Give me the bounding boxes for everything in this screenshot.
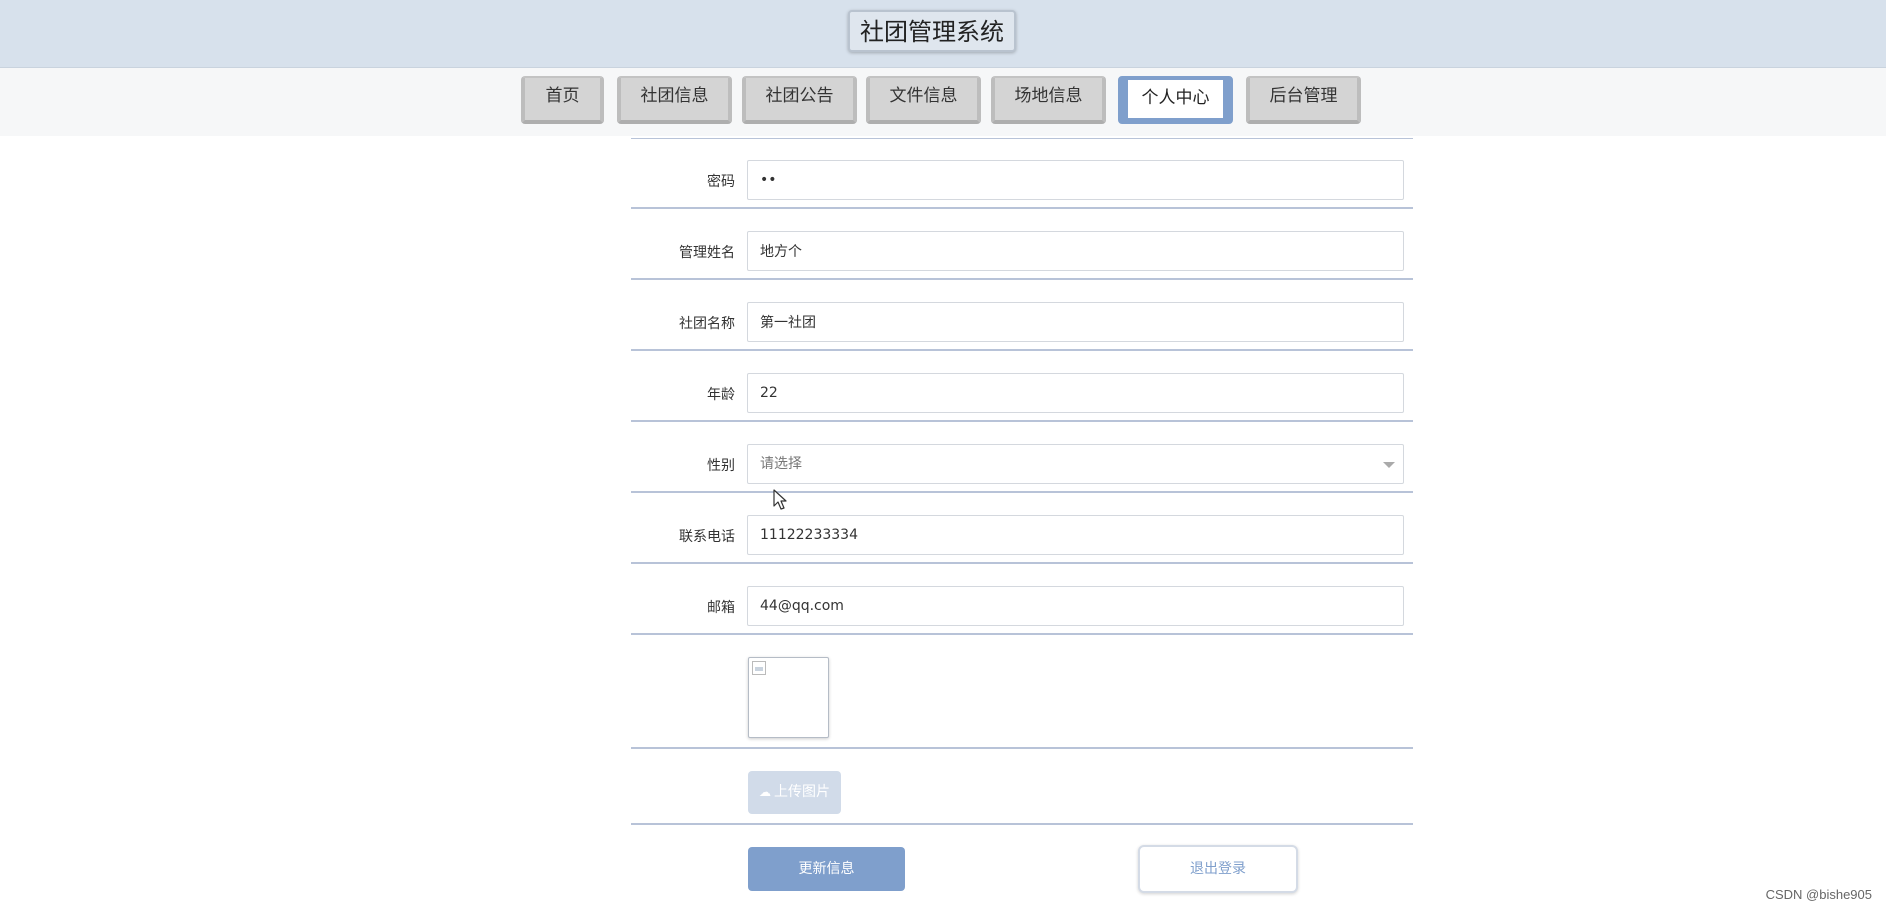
chevron-down-icon (1383, 462, 1395, 468)
nav-bar: 首页 社团信息 社团公告 文件信息 场地信息 个人中心 后台管理 (0, 68, 1886, 136)
gender-select[interactable]: 请选择 (747, 444, 1404, 484)
name-row: 管理姓名 (631, 209, 1413, 280)
email-label: 邮箱 (707, 600, 735, 616)
gender-select-value: 请选择 (760, 456, 802, 472)
club-name-row: 社团名称 (631, 280, 1413, 351)
nav-personal-center[interactable]: 个人中心 (1118, 76, 1233, 124)
upload-row: ☁ 上传图片 (631, 749, 1413, 825)
email-field[interactable] (747, 586, 1404, 626)
header-bar: 社团管理系统 (0, 0, 1886, 68)
nav-home[interactable]: 首页 (521, 76, 604, 124)
gender-label: 性别 (707, 458, 735, 474)
logout-button[interactable]: 退出登录 (1138, 845, 1298, 893)
nav-admin[interactable]: 后台管理 (1246, 76, 1361, 124)
name-field[interactable] (747, 231, 1404, 271)
club-name-field[interactable] (747, 302, 1404, 342)
age-label: 年龄 (707, 387, 735, 403)
phone-row: 联系电话 (631, 493, 1413, 564)
gender-row: 性别 请选择 (631, 422, 1413, 493)
password-field[interactable] (747, 160, 1404, 200)
email-row: 邮箱 (631, 564, 1413, 635)
password-row: 密码 (631, 138, 1413, 209)
age-row: 年龄 (631, 351, 1413, 422)
nav-club-notice[interactable]: 社团公告 (742, 76, 857, 124)
update-info-button[interactable]: 更新信息 (748, 847, 905, 891)
watermark: CSDN @bishe905 (1765, 887, 1872, 902)
broken-image-icon (752, 661, 766, 675)
phone-field[interactable] (747, 515, 1404, 555)
nav-club-info[interactable]: 社团信息 (617, 76, 732, 124)
avatar-row (631, 635, 1413, 749)
age-field[interactable] (747, 373, 1404, 413)
password-label: 密码 (707, 174, 735, 190)
mouse-cursor-icon (773, 489, 787, 510)
name-label: 管理姓名 (679, 245, 735, 261)
nav-file-info[interactable]: 文件信息 (866, 76, 981, 124)
cloud-upload-icon: ☁ (759, 785, 771, 799)
site-title: 社团管理系统 (848, 10, 1016, 52)
nav-venue-info[interactable]: 场地信息 (991, 76, 1106, 124)
avatar-preview (748, 657, 829, 738)
club-name-label: 社团名称 (679, 316, 735, 332)
upload-image-button[interactable]: ☁ 上传图片 (748, 771, 841, 814)
phone-label: 联系电话 (679, 529, 735, 545)
upload-image-label: 上传图片 (774, 784, 830, 800)
